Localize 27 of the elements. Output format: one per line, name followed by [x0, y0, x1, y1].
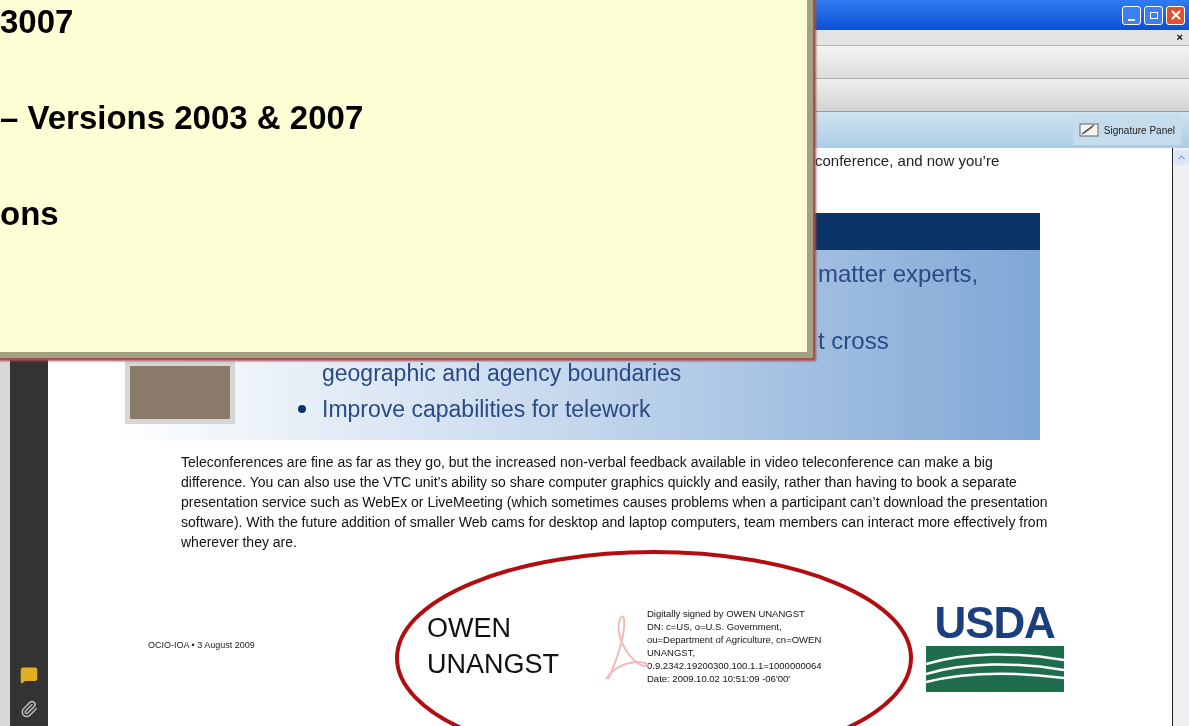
- signature-detail-line: DN: c=US, o=U.S. Government,: [647, 620, 783, 633]
- attachment-icon[interactable]: [20, 700, 38, 718]
- body-paragraph: Teleconferences are fine as far as they go, but the increased non-verbal feedback available in video teleconference can make a big difference. You can also use the VTC unit’s ability so share computer graphics quickly and easily, rather than having to book a separate presentation service such as WebEx or LiveMeeting (which sometimes causes problems when a participant can’t download the presentation software). With the future addition of smaller Web cams for desktop and laptop computers, team members can interact more effectively from wherever they are.: [181, 453, 1049, 552]
- signer-name: UNANGST: [427, 648, 560, 681]
- body-text-line: conference, and now you’re: [815, 152, 1001, 170]
- callout-heading: – Versions 2003 & 2007: [0, 98, 365, 138]
- close-button[interactable]: [1166, 5, 1185, 25]
- close-document-button[interactable]: ×: [1176, 32, 1183, 43]
- callout-heading: 3007: [0, 2, 75, 42]
- callout-heading: ons: [0, 194, 60, 234]
- comments-icon[interactable]: [20, 666, 38, 684]
- signature-detail-line: 0.9.2342.19200300.100.1.1=1000000064: [647, 659, 822, 672]
- minimize-button[interactable]: [1122, 5, 1141, 25]
- slide-bullet-text: matter experts,: [818, 260, 980, 288]
- signature-detail-line: Date: 2009.10.02 10:51:09 -06'00': [647, 672, 792, 685]
- slide-bullet-text: geographic and agency boundaries: [321, 359, 682, 387]
- signature-detail-line: ou=Department of Agriculture, cn=OWEN: [647, 633, 822, 646]
- slide-bullet-text: Improve capabilities for telework: [322, 395, 651, 423]
- signer-name: OWEN: [427, 612, 512, 645]
- restore-button[interactable]: [1144, 5, 1163, 25]
- pen-signature-icon: [1078, 122, 1099, 138]
- signature-detail-line: Digitally signed by OWEN UNANGST: [647, 607, 806, 620]
- slide-bullet-text: t cross: [818, 327, 890, 355]
- signature-detail-line: UNANGST,: [647, 646, 697, 659]
- footer-date: OCIO-IOA • 3 August 2009: [148, 639, 256, 653]
- close-icon: [1170, 10, 1181, 20]
- signature-panel-button[interactable]: Signature Panel: [1072, 115, 1181, 145]
